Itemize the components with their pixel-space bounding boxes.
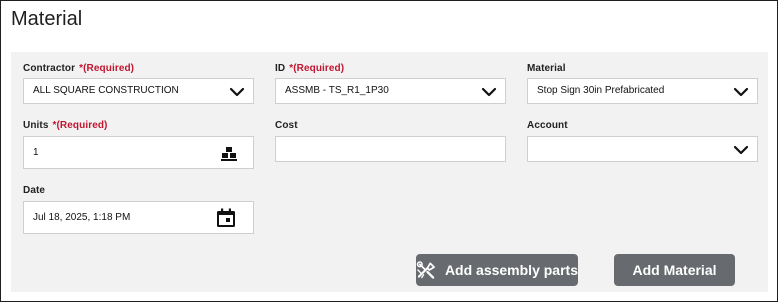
contractor-select[interactable]: ALL SQUARE CONSTRUCTION: [23, 78, 254, 104]
add-material-button[interactable]: Add Material: [614, 254, 735, 286]
id-select[interactable]: ASSMB - TS_R1_1P30: [275, 78, 506, 104]
chevron-down-icon: [481, 87, 497, 97]
account-label: Account: [527, 120, 568, 131]
units-label: Units *(Required): [23, 120, 108, 131]
required-marker: *(Required): [52, 120, 108, 131]
units-label-text: Units: [23, 120, 49, 131]
id-label: ID *(Required): [275, 63, 344, 74]
required-marker: *(Required): [79, 63, 135, 74]
add-material-label: Add Material: [632, 262, 717, 278]
id-value: ASSMB - TS_R1_1P30: [285, 85, 389, 96]
date-value: Jul 18, 2025, 1:18 PM: [33, 212, 131, 223]
id-label-text: ID: [275, 63, 286, 74]
material-dialog: Material Contractor *(Required) ALL SQUAR…: [0, 0, 778, 302]
units-input[interactable]: 1: [23, 136, 254, 169]
date-input[interactable]: Jul 18, 2025, 1:18 PM: [23, 201, 254, 234]
contractor-label-text: Contractor: [23, 63, 76, 74]
required-marker: *(Required): [289, 63, 345, 74]
material-select[interactable]: Stop Sign 30in Prefabricated: [527, 78, 758, 104]
contractor-value: ALL SQUARE CONSTRUCTION: [33, 85, 179, 96]
cost-input[interactable]: [275, 136, 506, 162]
tools-icon: [416, 261, 435, 279]
units-value: 1: [33, 147, 39, 158]
chevron-down-icon: [229, 87, 245, 97]
add-assembly-parts-label: Add assembly parts: [444, 262, 578, 278]
chevron-down-icon: [733, 145, 749, 155]
add-assembly-parts-button[interactable]: Add assembly parts: [416, 254, 578, 286]
material-label: Material: [527, 63, 566, 74]
contractor-label: Contractor *(Required): [23, 63, 134, 74]
stacked-boxes-icon[interactable]: [219, 145, 239, 163]
chevron-down-icon: [733, 87, 749, 97]
calendar-icon[interactable]: [216, 208, 236, 228]
account-select[interactable]: [527, 136, 758, 162]
cost-label: Cost: [275, 120, 298, 131]
date-label: Date: [23, 185, 46, 196]
material-value: Stop Sign 30in Prefabricated: [537, 85, 665, 96]
page-title: Material: [11, 8, 83, 30]
